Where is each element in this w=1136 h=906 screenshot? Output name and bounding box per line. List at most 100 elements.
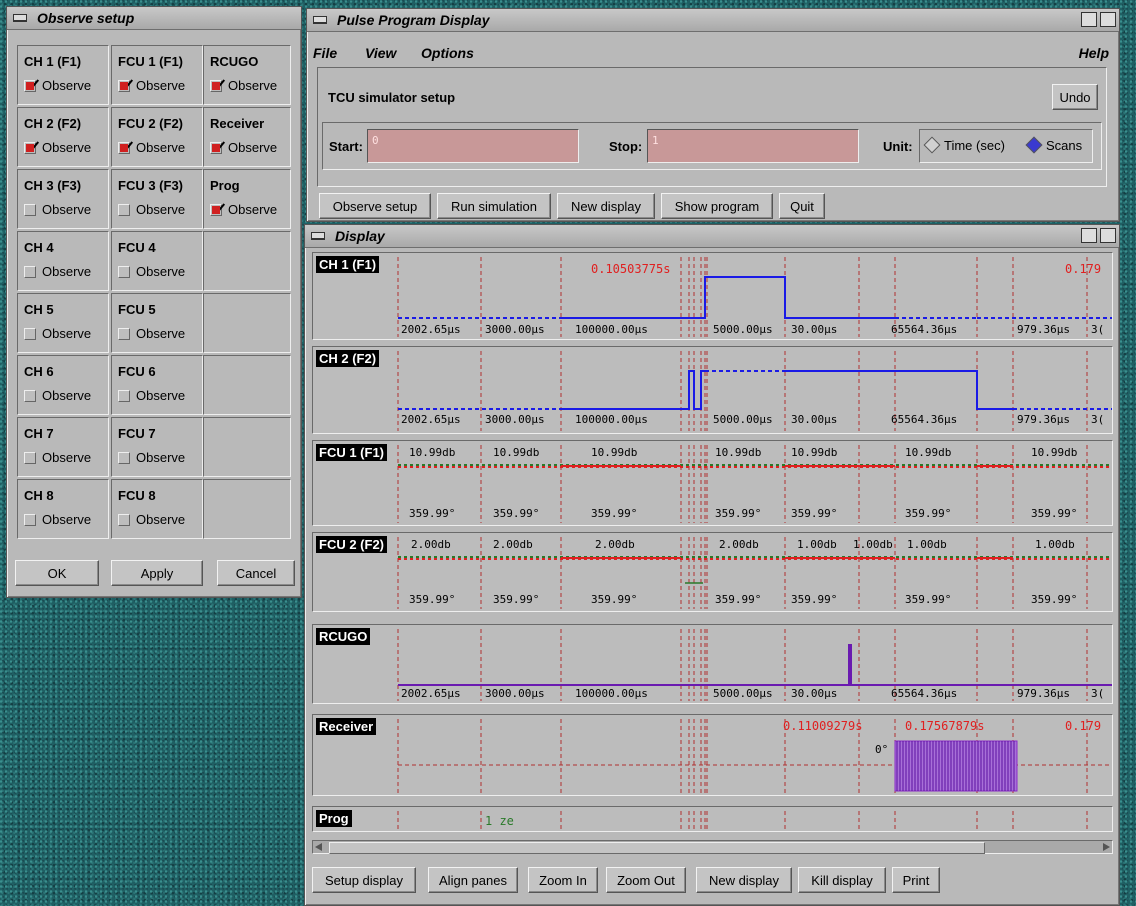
observe-label[interactable]: Observe <box>42 512 91 527</box>
window-menu-icon[interactable] <box>13 14 27 22</box>
unit-time-radio-icon[interactable] <box>923 136 941 154</box>
show-program-button[interactable]: Show program <box>661 193 773 219</box>
print-button[interactable]: Print <box>892 867 940 893</box>
unit-selector: Time (sec) Scans <box>919 129 1093 163</box>
new-display-button-2[interactable]: New display <box>696 867 792 893</box>
scroll-left-arrow-icon[interactable] <box>315 843 322 851</box>
pane-ch2[interactable]: 2002.65µs 3000.00µs 100000.00µs 5000.00µs 30… <box>312 346 1113 434</box>
cancel-button[interactable]: Cancel <box>217 560 295 586</box>
observe-label[interactable]: Observe <box>42 78 91 93</box>
duration-label: 2002.65µs <box>401 413 461 426</box>
ok-button[interactable]: OK <box>15 560 99 586</box>
stop-input[interactable]: 1 <box>647 129 859 163</box>
observe-label[interactable]: Observe <box>136 388 185 403</box>
observe-checkbox[interactable] <box>118 390 130 402</box>
ch2-trace: 2002.65µs 3000.00µs 100000.00µs 5000.00µs 30… <box>397 351 1112 431</box>
new-display-button[interactable]: New display <box>557 193 655 219</box>
observe-checkbox[interactable] <box>210 142 222 154</box>
unit-option-time[interactable]: Time (sec) <box>944 138 1005 153</box>
cell-label: CH 4 <box>24 240 54 255</box>
pane-ch1[interactable]: 0.10503775s 0.179 2002.65µs 3000.00µs 100000… <box>312 252 1113 340</box>
observe-checkbox[interactable] <box>24 204 36 216</box>
pane-rcugo[interactable]: 2002.65µs 3000.00µs 100000.00µs 5000.00µs 30… <box>312 624 1113 704</box>
duration-label: 65564.36µs <box>891 687 957 700</box>
minimize-icon[interactable] <box>1081 12 1097 27</box>
horizontal-scrollbar[interactable] <box>312 840 1113 854</box>
observe-label[interactable]: Observe <box>136 78 185 93</box>
observe-label[interactable]: Observe <box>42 202 91 217</box>
menu-file[interactable]: File <box>313 45 337 61</box>
apply-button[interactable]: Apply <box>111 560 203 586</box>
duration-label: 5000.00µs <box>713 323 773 336</box>
observe-checkbox[interactable] <box>210 204 222 216</box>
observe-checkbox[interactable] <box>118 328 130 340</box>
minimize-icon[interactable] <box>1081 228 1097 243</box>
observe-checkbox[interactable] <box>118 452 130 464</box>
observe-label[interactable]: Observe <box>136 450 185 465</box>
observe-checkbox[interactable] <box>24 390 36 402</box>
observe-checkbox[interactable] <box>118 142 130 154</box>
menu-help[interactable]: Help <box>1079 45 1109 61</box>
observe-setup-button[interactable]: Observe setup <box>319 193 431 219</box>
start-input[interactable]: 0 <box>367 129 579 163</box>
kill-display-button[interactable]: Kill display <box>798 867 886 893</box>
pane-receiver[interactable]: 0.11009279s 0.17567879s 0.179 0° Receiver <box>312 714 1113 796</box>
observe-label[interactable]: Observe <box>136 326 185 341</box>
observe-label[interactable]: Observe <box>42 264 91 279</box>
observe-checkbox[interactable] <box>24 266 36 278</box>
observe-checkbox[interactable] <box>210 80 222 92</box>
ppd-titlebar[interactable]: Pulse Program Display <box>307 9 1119 32</box>
undo-button[interactable]: Undo <box>1052 84 1098 110</box>
observe-checkbox[interactable] <box>118 266 130 278</box>
pane-prog[interactable]: 1 ze Prog <box>312 806 1113 832</box>
observe-label[interactable]: Observe <box>136 264 185 279</box>
ch2-high-line <box>785 370 1013 410</box>
quit-button[interactable]: Quit <box>779 193 825 219</box>
observe-label[interactable]: Observe <box>42 388 91 403</box>
observe-label[interactable]: Observe <box>228 202 277 217</box>
run-simulation-button[interactable]: Run simulation <box>437 193 551 219</box>
scroll-right-arrow-icon[interactable] <box>1103 843 1110 851</box>
zoom-out-button[interactable]: Zoom Out <box>606 867 686 893</box>
unit-option-scans[interactable]: Scans <box>1046 138 1082 153</box>
observe-label[interactable]: Observe <box>42 140 91 155</box>
scrollbar-thumb[interactable] <box>329 842 985 854</box>
maximize-icon[interactable] <box>1100 228 1116 243</box>
observe-checkbox[interactable] <box>24 452 36 464</box>
observe-checkbox[interactable] <box>24 80 36 92</box>
observe-checkbox[interactable] <box>118 204 130 216</box>
pane-fcu1[interactable]: 10.99db 10.99db 10.99db 10.99db 10.99db 10.99… <box>312 440 1113 526</box>
menu-view[interactable]: View <box>365 45 396 61</box>
observe-label[interactable]: Observe <box>42 450 91 465</box>
window-menu-icon[interactable] <box>311 232 325 240</box>
observe-label[interactable]: Observe <box>136 140 185 155</box>
observe-setup-titlebar[interactable]: Observe setup <box>7 7 301 30</box>
align-panes-button[interactable]: Align panes <box>428 867 518 893</box>
ch1-trace: 0.10503775s 0.179 2002.65µs 3000.00µs 100000… <box>397 257 1112 337</box>
observe-checkbox[interactable] <box>24 328 36 340</box>
cell-label: FCU 8 <box>118 488 156 503</box>
fcu-phase-label: 359.99° <box>493 507 539 520</box>
cell-label: FCU 4 <box>118 240 156 255</box>
observe-label[interactable]: Observe <box>228 78 277 93</box>
observe-label[interactable]: Observe <box>136 512 185 527</box>
cell-label: FCU 2 (F2) <box>118 116 183 131</box>
window-menu-icon[interactable] <box>313 16 327 24</box>
observe-checkbox[interactable] <box>24 142 36 154</box>
pane-label-rcugo: RCUGO <box>316 628 371 645</box>
observe-checkbox[interactable] <box>24 514 36 526</box>
zoom-in-button[interactable]: Zoom In <box>528 867 598 893</box>
display-titlebar[interactable]: Display <box>305 225 1119 248</box>
setup-display-button[interactable]: Setup display <box>312 867 416 893</box>
pane-fcu2[interactable]: 2.00db 2.00db 2.00db 2.00db 1.00db 1.00db 1.00… <box>312 532 1113 612</box>
unit-scans-radio-icon[interactable] <box>1025 136 1043 154</box>
fcu-db-label: 10.99db <box>493 446 539 459</box>
maximize-icon[interactable] <box>1100 12 1116 27</box>
fcu-phase-label: 359.99° <box>715 507 761 520</box>
menu-options[interactable]: Options <box>421 45 474 61</box>
observe-label[interactable]: Observe <box>136 202 185 217</box>
observe-label[interactable]: Observe <box>42 326 91 341</box>
observe-checkbox[interactable] <box>118 80 130 92</box>
observe-label[interactable]: Observe <box>228 140 277 155</box>
observe-checkbox[interactable] <box>118 514 130 526</box>
